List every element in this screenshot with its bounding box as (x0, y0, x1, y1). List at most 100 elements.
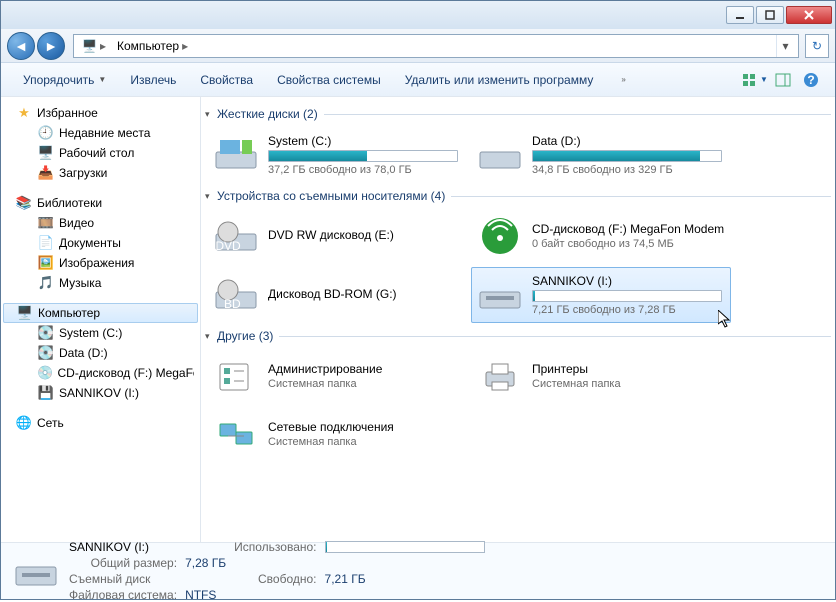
section-header-removable[interactable]: ▾ Устройства со съемными носителями (4) (205, 185, 831, 207)
minimize-button[interactable] (726, 6, 754, 24)
toolbar-label: Упорядочить (23, 73, 94, 87)
divider (324, 114, 831, 115)
printer-icon (476, 356, 524, 396)
sidebar-libraries[interactable]: 📚Библиотеки (1, 193, 200, 213)
maximize-button[interactable] (756, 6, 784, 24)
drive-icon: 💽 (37, 325, 55, 341)
preview-pane-button[interactable] (769, 68, 797, 92)
drive-item-c[interactable]: System (C:) 37,2 ГБ свободно из 78,0 ГБ (207, 127, 467, 183)
sidebar-computer[interactable]: 🖥️Компьютер (3, 303, 198, 323)
sidebar-item-recent[interactable]: 🕘Недавние места (1, 123, 200, 143)
other-item-printers[interactable]: Принтеры Системная папка (471, 349, 731, 403)
section-header-other[interactable]: ▾ Другие (3) (205, 325, 831, 347)
drive-subtext: 34,8 ГБ свободно из 329 ГБ (532, 164, 726, 176)
chevron-down-icon: ▼ (98, 75, 106, 84)
view-options-button[interactable]: ▼ (741, 68, 769, 92)
admin-tools-icon (212, 356, 260, 396)
sidebar-item-drive-c[interactable]: 💽 System (C:) (1, 323, 200, 343)
section-title: Устройства со съемными носителями (4) (217, 189, 451, 203)
refresh-button[interactable]: ↻ (805, 34, 829, 58)
svg-text:DVD: DVD (215, 239, 241, 253)
dvd-drive-icon: DVD (212, 216, 260, 256)
sidebar-item-videos[interactable]: 🎞️Видео (1, 213, 200, 233)
chevron-right-icon: ▸ (179, 39, 191, 53)
network-connections-icon (212, 414, 260, 454)
drive-subtext: 0 байт свободно из 74,5 МБ (532, 238, 726, 250)
sidebar-label: Документы (59, 236, 121, 250)
sidebar-item-drive-d[interactable]: 💽Data (D:) (1, 343, 200, 363)
section-title: Жесткие диски (2) (217, 107, 324, 121)
drive-item-e[interactable]: DVD DVD RW дисковод (E:) (207, 209, 467, 263)
drive-item-i[interactable]: SANNIKOV (I:) 7,21 ГБ свободно из 7,28 Г… (471, 267, 731, 323)
chevron-right-icon: ▸ (97, 39, 109, 53)
item-subtext: Системная папка (268, 378, 462, 390)
system-properties-button[interactable]: Свойства системы (265, 69, 393, 91)
sidebar-item-drive-f[interactable]: 💿CD-дисковод (F:) MegaFon (1, 363, 200, 383)
other-item-admin[interactable]: Администрирование Системная папка (207, 349, 467, 403)
uninstall-button[interactable]: Удалить или изменить программу (393, 69, 606, 91)
section-header-hdd[interactable]: ▾ Жесткие диски (2) (205, 103, 831, 125)
other-item-network-conn[interactable]: Сетевые подключения Системная папка (207, 407, 467, 461)
svg-text:BD: BD (224, 297, 241, 311)
drive-label: Дисковод BD-ROM (G:) (268, 287, 462, 301)
drive-label: System (C:) (268, 134, 462, 148)
navbar: ◄ ► 🖥️▸ Компьютер▸ ▾ ↻ (1, 29, 835, 63)
sidebar-label: Загрузки (59, 166, 107, 180)
address-dropdown[interactable]: ▾ (776, 35, 794, 57)
sidebar-favorites[interactable]: ★Избранное (1, 103, 200, 123)
removable-drive-icon: 💾 (37, 385, 55, 401)
sidebar-item-music[interactable]: 🎵Музыка (1, 273, 200, 293)
sidebar-label: SANNIKOV (I:) (59, 386, 139, 400)
forward-button[interactable]: ► (37, 32, 65, 60)
details-pane: SANNIKOV (I:) Использовано: Общий размер… (1, 543, 835, 599)
sidebar-item-drive-i[interactable]: 💾 SANNIKOV (I:) (1, 383, 200, 403)
nav-pane: ★Избранное 🕘Недавние места 🖥️Рабочий сто… (1, 97, 201, 542)
sidebar-item-downloads[interactable]: 📥Загрузки (1, 163, 200, 183)
item-subtext: Системная папка (532, 378, 726, 390)
back-button[interactable]: ◄ (7, 32, 35, 60)
svg-text:?: ? (807, 73, 814, 87)
computer-icon: 🖥️ (82, 39, 97, 53)
breadcrumb-item[interactable]: Компьютер▸ (113, 39, 195, 53)
sidebar-label: Data (D:) (59, 346, 108, 360)
sidebar-label: System (C:) (59, 326, 122, 340)
drive-item-f[interactable]: CD-дисковод (F:) MegaFon Modem 0 байт св… (471, 209, 731, 263)
address-bar[interactable]: 🖥️▸ Компьютер▸ ▾ (73, 34, 799, 58)
details-used-label: Использовано: (234, 540, 316, 554)
details-free-label: Свободно: (234, 572, 316, 586)
details-type: Съемный диск (69, 572, 226, 586)
more-button[interactable]: » (605, 71, 637, 88)
divider (451, 196, 831, 197)
breadcrumb-root[interactable]: 🖥️▸ (78, 39, 113, 53)
titlebar (1, 1, 835, 29)
divider (279, 336, 831, 337)
drive-subtext: 37,2 ГБ свободно из 78,0 ГБ (268, 164, 462, 176)
sidebar-label: Изображения (59, 256, 134, 270)
content-pane: ▾ Жесткие диски (2) System (C:) 37,2 ГБ … (201, 97, 835, 542)
details-free-value: 7,21 ГБ (325, 572, 485, 586)
usage-bar (325, 541, 485, 553)
removable-drive-icon (13, 551, 59, 591)
drive-label: Data (D:) (532, 134, 726, 148)
sidebar-label: Видео (59, 216, 94, 230)
chevron-double-right-icon: » (621, 75, 625, 84)
drive-item-g[interactable]: BD Дисковод BD-ROM (G:) (207, 267, 467, 323)
close-button[interactable] (786, 6, 832, 24)
section-title: Другие (3) (217, 329, 279, 343)
sidebar-network[interactable]: 🌐Сеть (1, 413, 200, 433)
drive-label: SANNIKOV (I:) (532, 274, 726, 288)
sidebar-item-desktop[interactable]: 🖥️Рабочий стол (1, 143, 200, 163)
drive-item-d[interactable]: Data (D:) 34,8 ГБ свободно из 329 ГБ (471, 127, 731, 183)
sidebar-item-documents[interactable]: 📄Документы (1, 233, 200, 253)
eject-button[interactable]: Извлечь (118, 69, 188, 91)
collapse-icon: ▾ (205, 109, 217, 120)
properties-button[interactable]: Свойства (188, 69, 265, 91)
organize-button[interactable]: Упорядочить ▼ (11, 69, 118, 91)
breadcrumb-label: Компьютер (117, 39, 179, 53)
help-button[interactable]: ? (797, 68, 825, 92)
body: ★Избранное 🕘Недавние места 🖥️Рабочий сто… (1, 97, 835, 543)
sidebar-item-pictures[interactable]: 🖼️Изображения (1, 253, 200, 273)
details-total-label: Общий размер: (69, 556, 177, 570)
sidebar-label: Сеть (37, 416, 64, 430)
chevron-down-icon: ▼ (760, 75, 768, 84)
